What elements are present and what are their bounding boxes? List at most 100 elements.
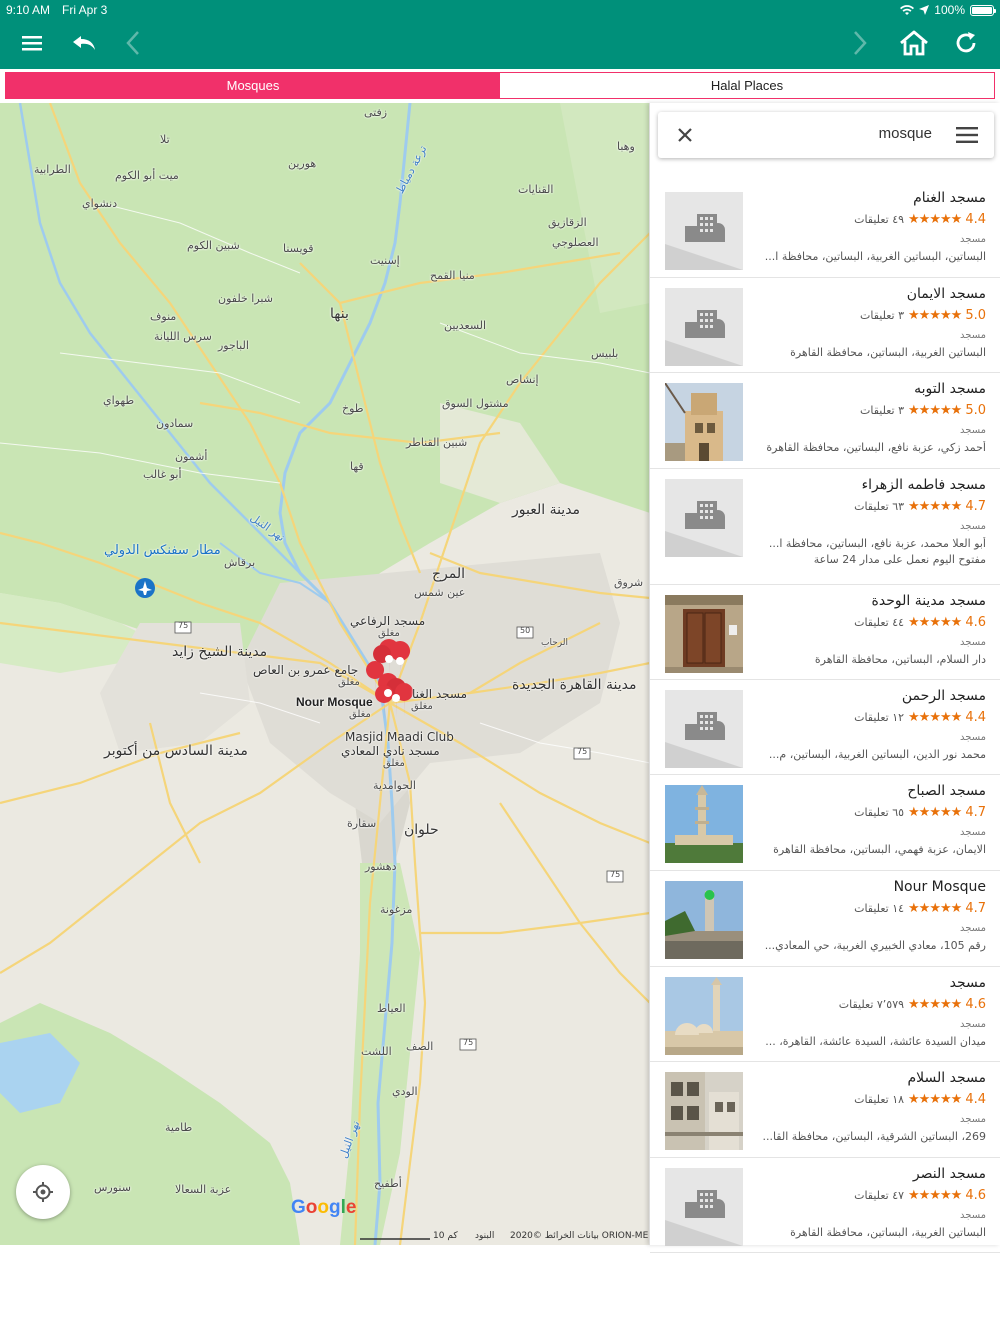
close-icon[interactable] — [673, 123, 697, 147]
map-label: بنها — [330, 306, 349, 322]
map-label: سمادون — [156, 417, 194, 430]
star-rating-icon: ★★★★★ — [908, 212, 962, 227]
result-type: مسجد — [960, 1018, 986, 1030]
map-label: مدينة القاهرة الجديدة — [512, 677, 637, 693]
review-count: ٣ تعليقات — [860, 404, 905, 418]
location-arrow-icon — [919, 5, 930, 15]
result-name: مسجد — [949, 974, 986, 991]
map-label: دنشواي — [82, 197, 118, 210]
result-item[interactable]: مسجد الصباح ٦٥ تعليقات ★★★★★ 4.7 مسجد الايمان… — [650, 775, 1000, 871]
result-item[interactable]: مسجد النصر ٤٧ تعليقات ★★★★★ 4.6 مسجد البساتين… — [650, 1158, 1000, 1254]
result-rating: ٤٩ تعليقات ★★★★★ 4.4 — [854, 212, 986, 227]
highway-shield: 75 — [577, 747, 588, 756]
review-count: ٤٧ تعليقات — [854, 1188, 905, 1202]
result-address: أحمد زكي، عزبة نافع، البساتين، محافظة ال… — [766, 441, 986, 455]
map-label: مسجد الرفاعي — [350, 614, 426, 628]
map-label: مسجد نادي المعادي — [341, 744, 440, 758]
map-label: تلا — [160, 133, 170, 146]
map-label: العياط — [377, 1002, 406, 1015]
result-address: أبو العلا محمد، عزبة نافع، البساتين، محا… — [768, 536, 986, 550]
highway-shield: 50 — [520, 626, 531, 635]
star-rating-icon: ★★★★★ — [908, 403, 962, 419]
star-rating-icon: ★★★★★ — [908, 1187, 962, 1203]
map-attribution: بيانات الخرائط ©2020 ORION-ME — [510, 1231, 649, 1241]
result-address: 269، البساتين الشرقية، البساتين، محافظة … — [762, 1130, 986, 1144]
star-rating-icon: ★★★★★ — [908, 498, 962, 514]
star-rating-icon: ★★★★★ — [908, 709, 962, 725]
review-count: ٦٣ تعليقات — [854, 499, 905, 513]
result-type: مسجد — [960, 425, 986, 437]
home-button[interactable] — [894, 26, 934, 60]
undo-button[interactable] — [64, 26, 104, 60]
result-type: مسجد — [960, 1209, 986, 1221]
map-label: هورين — [288, 157, 317, 170]
status-time: 9:10 AM — [6, 3, 51, 17]
result-address: محمد نور الدين، البساتين الغربية، البسات… — [768, 747, 986, 761]
map-label: حلوان — [404, 822, 439, 838]
result-item[interactable]: مسجد الغنام ٤٩ تعليقات ★★★★★ 4.4 مسجد البساتي… — [650, 182, 1000, 278]
map-label: مدينة العبور — [512, 502, 581, 518]
result-item[interactable]: مسجد التوبه ٣ تعليقات ★★★★★ 5.0 مسجد أحمد زكي… — [650, 373, 1000, 469]
map-label: مدينة الشيخ زايد — [172, 644, 268, 660]
my-location-button[interactable] — [16, 1165, 70, 1219]
refresh-button[interactable] — [946, 26, 986, 60]
result-name: مسجد الغنام — [913, 190, 986, 206]
map-terms-link[interactable]: البنود — [475, 1231, 494, 1241]
highway-shield: 75 — [463, 1038, 474, 1047]
status-indicators: 100% — [900, 3, 996, 17]
map-label: اللشت — [361, 1045, 392, 1058]
map-label: شبين القناطر — [406, 436, 468, 449]
result-item[interactable]: مسجد الرحمن ١٢ تعليقات ★★★★★ 4.4 مسجد محمد نو… — [650, 680, 1000, 776]
map-label: الزقازيق — [548, 216, 587, 229]
result-item[interactable]: مسجد الايمان ٣ تعليقات ★★★★★ 5.0 مسجد البساتي… — [650, 278, 1000, 374]
review-count: ١٤ تعليقات — [854, 901, 905, 915]
forward-icon — [854, 31, 867, 55]
rating-value: 5.0 — [965, 403, 986, 419]
menu-button[interactable] — [12, 26, 52, 60]
map-view[interactable]: زفتى تلا هورين الطرابية ميت أبو الكوم دن… — [0, 103, 650, 1245]
result-item[interactable]: مسجد ٧٬٥٧٩ تعليقات ★★★★★ 4.6 مسجد ميدان السيد… — [650, 967, 1000, 1063]
home-icon — [900, 30, 928, 56]
tab-halal-places[interactable]: Halal Places — [500, 73, 994, 98]
back-button[interactable] — [113, 26, 153, 60]
result-item[interactable]: Nour Mosque ١٤ تعليقات ★★★★★ 4.7 مسجد رقم 105… — [650, 871, 1000, 967]
search-box[interactable]: mosque — [658, 112, 994, 158]
result-thumbnail — [665, 976, 743, 1055]
map-label: شبين الكوم — [187, 239, 240, 252]
result-thumbnail — [665, 594, 743, 673]
map-label: برقاش — [224, 556, 256, 569]
map-label: Masjid Maadi Club — [345, 730, 454, 744]
map-label: مشتول السوق — [442, 397, 509, 410]
map-label: بلبيس — [591, 347, 619, 360]
menu-icon[interactable] — [956, 126, 978, 144]
result-thumbnail — [665, 880, 743, 959]
result-name: مسجد الايمان — [906, 285, 986, 302]
highway-shield: 75 — [178, 621, 189, 630]
map-label: أطفيح — [374, 1177, 402, 1190]
map-label: ميت أبو الكوم — [115, 169, 179, 182]
rating-value: 4.4 — [965, 1092, 986, 1108]
result-type: مسجد — [960, 827, 986, 839]
result-address: رقم 105، معادي الخبيري الغربية، حي المعا… — [764, 938, 986, 952]
rating-value: 4.7 — [965, 900, 986, 916]
results-list: مسجد الغنام ٤٩ تعليقات ★★★★★ 4.4 مسجد البساتي… — [650, 182, 1000, 1254]
tab-mosques[interactable]: Mosques — [6, 73, 500, 98]
result-item[interactable]: مسجد فاطمه الزهراء ٦٣ تعليقات ★★★★★ 4.7 مسجد… — [650, 469, 1000, 585]
result-item[interactable]: مسجد السلام ١٨ تعليقات ★★★★★ 4.4 مسجد 269، ال… — [650, 1062, 1000, 1158]
map-label: شروق — [614, 576, 644, 589]
map-label: مغلق — [383, 758, 405, 769]
map-label: منوف — [150, 310, 177, 323]
review-count: ١٨ تعليقات — [854, 1093, 905, 1107]
search-input[interactable]: mosque — [879, 125, 932, 142]
rating-value: 4.7 — [965, 805, 986, 821]
result-address: ميدان السيدة عائشة، السيدة عائشة، القاهر… — [765, 1034, 986, 1048]
result-name: مسجد التوبه — [914, 381, 986, 398]
star-rating-icon: ★★★★★ — [908, 614, 962, 630]
result-type: مسجد — [960, 329, 986, 341]
result-name: Nour Mosque — [893, 878, 986, 895]
result-item[interactable]: مسجد مدينة الوحدة ٤٤ تعليقات ★★★★★ 4.6 مسجد د… — [650, 585, 1000, 680]
result-address: البساتين الغربية، البساتين، محافظة القاه… — [790, 345, 986, 359]
star-rating-icon: ★★★★★ — [908, 1092, 962, 1108]
result-thumbnail — [665, 287, 743, 366]
forward-button[interactable] — [840, 26, 880, 60]
